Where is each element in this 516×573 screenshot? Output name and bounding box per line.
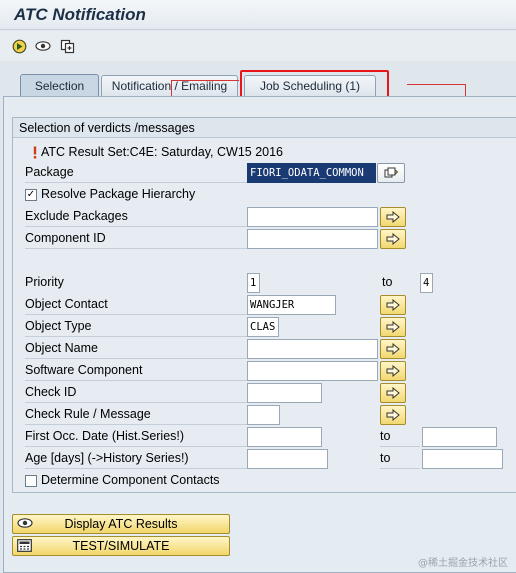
first-occ-date-to-field[interactable] [422,427,497,447]
object-contact-label: Object Contact [25,297,247,315]
resolve-hierarchy-checkbox[interactable]: ✓ [25,189,37,201]
test-simulate-button[interactable]: TEST/SIMULATE [12,536,230,556]
software-component-field[interactable] [247,361,378,381]
tab-selection[interactable]: Selection [20,74,99,97]
check-rule-label: Check Rule / Message [25,407,247,425]
resolve-hierarchy-label: Resolve Package Hierarchy [41,187,196,201]
execute-icon[interactable] [11,38,27,54]
tab-label: Selection [34,79,85,93]
display-atc-results-button[interactable]: Display ATC Results [12,514,230,534]
result-set-text: ATC Result Set:C4E: Saturday, CW15 2016 [41,145,284,159]
title-bar: ATC Notification [0,0,516,30]
tab-notification-emailing[interactable]: Notification / Emailing [101,75,238,96]
tab-label: Notification / Emailing [111,79,228,93]
multiple-selection-button[interactable] [380,383,406,403]
determine-contacts-label: Determine Component Contacts [41,473,220,487]
watermark: @稀土掘金技术社区 [418,558,508,569]
first-occ-date-to-label: to [380,429,420,447]
multiple-selection-button[interactable] [380,317,406,337]
first-occ-date-from-field[interactable] [247,427,322,447]
display-icon[interactable] [35,38,51,54]
calculator-icon [17,539,32,555]
priority-from-field[interactable]: 1 [247,273,260,293]
object-name-label: Object Name [25,341,247,359]
component-id-label: Component ID [25,231,247,249]
check-id-field[interactable] [247,383,322,403]
age-days-to-label: to [380,451,420,469]
multi-select-button[interactable] [377,163,405,183]
group-title: Selection of verdicts /messages [13,118,516,138]
determine-contacts-checkbox[interactable] [25,475,37,487]
software-component-label: Software Component [25,363,247,381]
check-rule-field[interactable] [247,405,280,425]
copy-icon[interactable] [59,38,75,54]
button-label: Display ATC Results [64,517,178,531]
object-name-field[interactable] [247,339,378,359]
object-contact-field[interactable]: WANGJER [247,295,336,315]
button-label: TEST/SIMULATE [72,539,170,553]
package-field[interactable]: FIORI_ODATA_COMMON [247,163,376,183]
multiple-selection-button[interactable] [380,229,406,249]
priority-to-field[interactable]: 4 [420,273,433,293]
object-type-label: Object Type [25,319,247,337]
package-label: Package [25,165,247,183]
page-title: ATC Notification [14,5,146,24]
display-icon [17,517,33,532]
age-days-label: Age [days] (->History Series!) [25,451,247,469]
info-icon [32,146,38,162]
exclude-packages-label: Exclude Packages [25,209,247,227]
annotation-line [407,84,465,85]
selection-panel: Selection of verdicts /messages ATC Resu… [3,96,516,573]
component-id-field[interactable] [247,229,378,249]
object-type-field[interactable]: CLAS [247,317,279,337]
first-occ-date-label: First Occ. Date (Hist.Series!) [25,429,247,447]
verdicts-group: Selection of verdicts /messages ATC Resu… [12,117,516,493]
annotation-line [171,80,239,81]
priority-to-label: to [382,275,393,289]
priority-label: Priority [25,275,64,289]
age-days-to-field[interactable] [422,449,503,469]
tab-strip: Selection Notification / Emailing Job Sc… [0,61,516,100]
multiple-selection-button[interactable] [380,339,406,359]
multiple-selection-button[interactable] [380,295,406,315]
multiple-selection-button[interactable] [380,405,406,425]
multiple-selection-button[interactable] [380,207,406,227]
multiple-selection-button[interactable] [380,361,406,381]
application-toolbar [0,31,516,61]
check-id-label: Check ID [25,385,247,403]
age-days-from-field[interactable] [247,449,328,469]
exclude-packages-field[interactable] [247,207,378,227]
